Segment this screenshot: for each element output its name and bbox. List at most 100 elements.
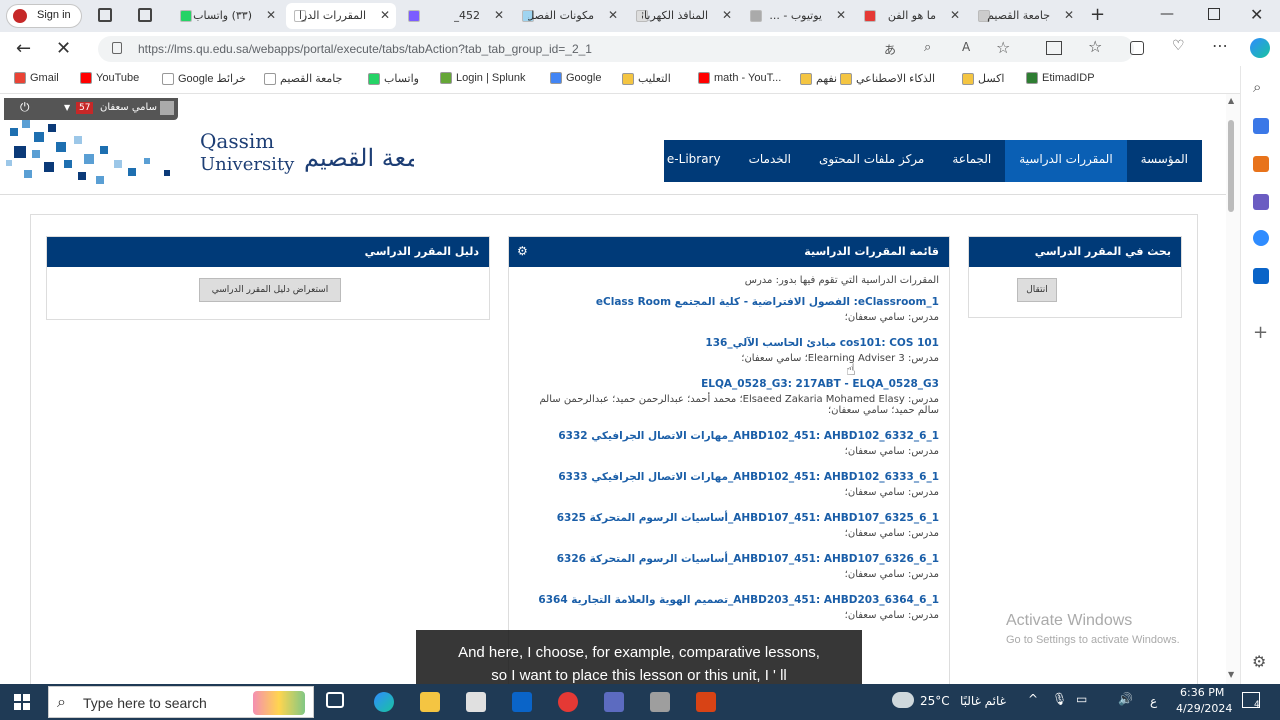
volume-icon[interactable]: 🔊 xyxy=(1118,692,1133,706)
browser-tab[interactable]: يوتيوب - ... ✕ xyxy=(742,3,852,29)
bookmark-item[interactable]: YouTube xyxy=(80,72,139,84)
settings-gear-icon[interactable]: ⚙ xyxy=(1252,652,1266,671)
close-tab-icon[interactable]: ✕ xyxy=(950,8,960,22)
collections-icon[interactable] xyxy=(1130,41,1144,55)
page-scrollbar[interactable]: ▲ ▼ xyxy=(1226,94,1240,684)
course-link[interactable]: 1_6_AHBD107_451: AHBD107_6325_أساسيات ال… xyxy=(519,512,939,524)
browser-tab[interactable]: المقررات الدراسية ✕ xyxy=(286,3,396,29)
copilot-icon[interactable] xyxy=(1250,38,1270,58)
dropdown-caret-icon[interactable]: ▼ xyxy=(64,103,70,112)
bookmark-item[interactable]: math - YouT... xyxy=(698,72,781,84)
nav-tab[interactable]: الخدمات xyxy=(735,140,805,182)
close-tab-icon[interactable]: ✕ xyxy=(722,8,732,22)
back-icon[interactable]: ← xyxy=(16,38,31,59)
course-link[interactable]: 1_6_AHBD102_451: AHBD102_6333_مهارات الا… xyxy=(519,471,939,483)
bookmark-item[interactable]: Gmail xyxy=(14,72,59,84)
profile-button[interactable]: Sign in xyxy=(6,4,82,28)
bookmark-item[interactable]: واتساب xyxy=(368,72,419,85)
nav-tab[interactable]: e-Library xyxy=(653,140,735,182)
browser-tab[interactable]: (٣٣) واتساب ✕ xyxy=(172,3,282,29)
close-tab-icon[interactable]: ✕ xyxy=(380,8,390,22)
games-icon[interactable] xyxy=(1253,194,1269,210)
browser-tab[interactable]: المنافذ الكهربائية ✕ xyxy=(628,3,738,29)
notification-badge[interactable]: 57 xyxy=(76,102,94,114)
nav-tab[interactable]: الجماعة xyxy=(938,140,1005,182)
logout-power-icon[interactable]: ⏻ xyxy=(20,100,30,115)
browser-tab[interactable]: مكونات الفصل ✕ xyxy=(514,3,624,29)
go-button[interactable]: انتقال xyxy=(1017,278,1057,302)
bookmark-item[interactable]: اكسل xyxy=(962,72,1004,85)
bookmark-item[interactable]: جامعة القصيم xyxy=(264,72,342,85)
nav-tab[interactable]: مركز ملفات المحتوى xyxy=(805,140,938,182)
tools-icon[interactable] xyxy=(1253,156,1269,172)
windows-start-icon[interactable] xyxy=(14,694,30,710)
clock-time[interactable]: 6:36 PM xyxy=(1180,686,1224,699)
language-indicator[interactable]: ع xyxy=(1150,694,1157,708)
bookmark-item[interactable]: EtimadIDP xyxy=(1026,72,1095,84)
close-tab-icon[interactable]: ✕ xyxy=(266,8,276,22)
tag-icon[interactable] xyxy=(1253,118,1269,134)
course-link[interactable]: 1_6_AHBD102_451: AHBD102_6332_مهارات الا… xyxy=(519,430,939,442)
scrollbar-thumb[interactable] xyxy=(1228,120,1234,212)
browser-tab[interactable]: 452_ ✕ xyxy=(400,3,510,29)
browser-essentials-icon[interactable]: ♡ xyxy=(1172,38,1185,54)
notifications-count[interactable]: 4 xyxy=(1254,700,1260,710)
course-link[interactable]: 1_6_AHBD107_451: AHBD107_6326_أساسيات ال… xyxy=(519,553,939,565)
read-aloud-icon[interactable]: A xyxy=(962,40,970,54)
edge-taskbar-icon[interactable] xyxy=(374,692,394,712)
course-link[interactable]: 1_6_AHBD203_451: AHBD203_6364_تصميم الهو… xyxy=(519,594,939,606)
cloud-weather-icon[interactable] xyxy=(892,692,914,708)
scroll-down-icon[interactable]: ▼ xyxy=(1228,670,1234,679)
weather-label[interactable]: غائم غالبًا xyxy=(960,694,1006,708)
nav-tab[interactable]: المؤسسة xyxy=(1127,140,1202,182)
close-window-icon[interactable]: ✕ xyxy=(1250,5,1263,24)
close-tab-icon[interactable]: ✕ xyxy=(836,8,846,22)
close-tab-icon[interactable]: ✕ xyxy=(494,8,504,22)
bookmark-item[interactable]: التعليب xyxy=(622,72,671,85)
search-icon[interactable]: ⌕ xyxy=(1253,78,1261,96)
workspaces-icon[interactable] xyxy=(98,8,112,22)
course-link[interactable]: cos101: COS 101 مبادئ الحاسب الآلي_136 xyxy=(519,337,939,349)
browser-tab[interactable]: ما هو الفن ✕ xyxy=(856,3,966,29)
bookmark-item[interactable]: Google خرائط xyxy=(162,72,246,85)
powerpoint-icon[interactable] xyxy=(696,692,716,712)
app-icon[interactable] xyxy=(604,692,624,712)
scroll-up-icon[interactable]: ▲ xyxy=(1228,96,1234,105)
module-settings-gear-icon[interactable]: ⚙ xyxy=(517,244,528,258)
stop-loading-icon[interactable]: ✕ xyxy=(56,38,71,59)
split-screen-icon[interactable] xyxy=(1046,41,1062,55)
outlook-icon[interactable] xyxy=(1253,268,1269,284)
opera-icon[interactable] xyxy=(558,692,578,712)
app-icon-2[interactable] xyxy=(650,692,670,712)
network-icon[interactable]: ▭ xyxy=(1076,692,1087,706)
tray-chevron-icon[interactable]: ^ xyxy=(1028,692,1038,706)
course-link[interactable]: eClassroom_1: الفصول الافتراضية - كلية ا… xyxy=(519,296,939,308)
lock-icon[interactable] xyxy=(112,42,122,54)
favorites-icon[interactable]: ☆ xyxy=(1088,37,1102,56)
browser-tab[interactable]: جامعة القصيم ✕ xyxy=(970,3,1080,29)
file-explorer-icon[interactable] xyxy=(420,692,440,712)
bookmark-item[interactable]: الذكاء الاصطناعي xyxy=(840,72,935,85)
browse-guide-button[interactable]: استعراض دليل المقرر الدراسي xyxy=(199,278,341,302)
store-icon[interactable] xyxy=(466,692,486,712)
new-tab-icon[interactable]: + xyxy=(1090,4,1105,25)
url-text[interactable]: https://lms.qu.edu.sa/webapps/portal/exe… xyxy=(138,42,592,56)
mail-icon[interactable] xyxy=(512,692,532,712)
microphone-icon[interactable]: 🎙 xyxy=(1052,692,1067,706)
more-menu-icon[interactable]: ⋯ xyxy=(1212,36,1228,55)
maximize-icon[interactable] xyxy=(1208,8,1220,20)
translate-icon[interactable]: あ xyxy=(884,41,896,58)
user-name[interactable]: سامي سعفان xyxy=(100,102,157,113)
zoom-icon[interactable]: ⌕ xyxy=(924,40,931,55)
task-view-icon[interactable] xyxy=(326,692,344,708)
add-sidebar-app-icon[interactable]: + xyxy=(1253,322,1268,343)
user-menu-bar[interactable]: ⏻ ▼ 57 سامي سعفان xyxy=(4,98,178,120)
taskbar-search-box[interactable]: ⌕ Type here to search xyxy=(48,686,314,718)
vertical-tabs-icon[interactable] xyxy=(138,8,152,22)
close-tab-icon[interactable]: ✕ xyxy=(1064,8,1074,22)
close-tab-icon[interactable]: ✕ xyxy=(608,8,618,22)
bookmark-item[interactable]: Login | Splunk xyxy=(440,72,526,84)
clock-date[interactable]: 4/29/2024 xyxy=(1176,702,1232,715)
address-bar[interactable]: https://lms.qu.edu.sa/webapps/portal/exe… xyxy=(98,36,1134,62)
microsoft-365-icon[interactable] xyxy=(1253,230,1269,246)
